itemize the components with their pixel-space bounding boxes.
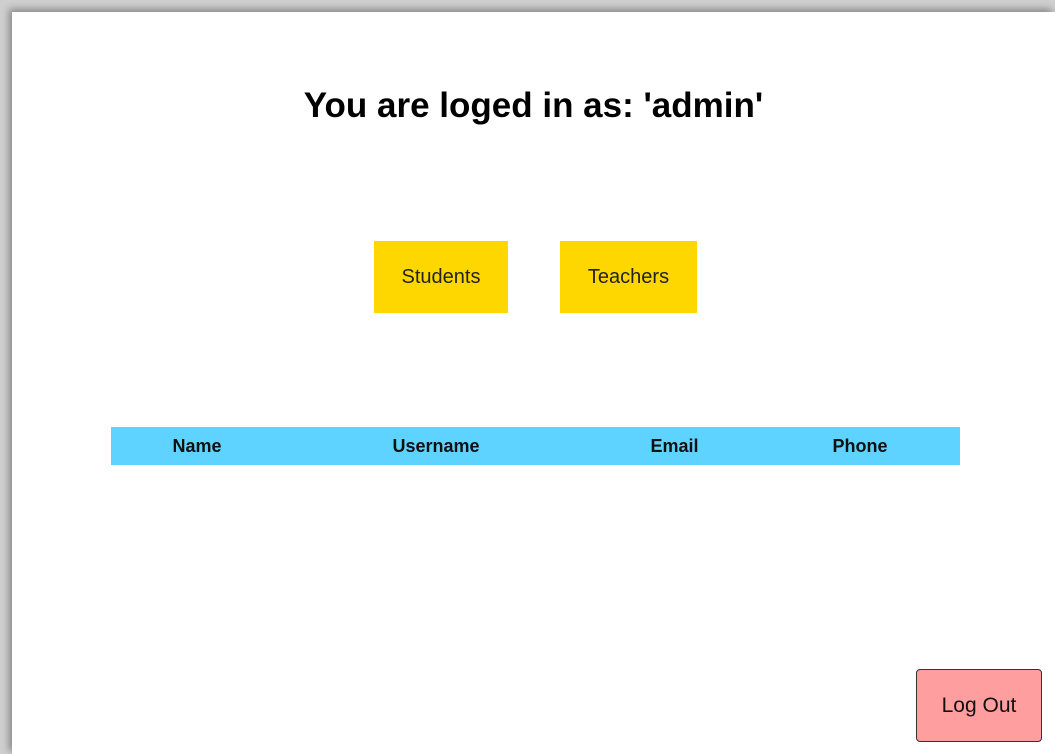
users-table-container: Name Username Email Phone bbox=[111, 427, 960, 465]
table-header-row: Name Username Email Phone bbox=[111, 427, 960, 465]
column-header-name: Name bbox=[172, 435, 222, 456]
table-header: Name Username Email Phone bbox=[111, 427, 960, 465]
logout-button[interactable]: Log Out bbox=[916, 669, 1042, 742]
teachers-button[interactable]: Teachers bbox=[560, 241, 697, 313]
students-button[interactable]: Students bbox=[374, 241, 508, 313]
column-header-phone: Phone bbox=[832, 435, 888, 456]
app-window: You are loged in as: 'admin' Students Te… bbox=[12, 12, 1055, 754]
column-header-email: Email bbox=[650, 435, 699, 456]
page-title: You are loged in as: 'admin' bbox=[303, 86, 764, 125]
column-header-username: Username bbox=[392, 435, 480, 456]
users-table: Name Username Email Phone bbox=[111, 427, 960, 465]
